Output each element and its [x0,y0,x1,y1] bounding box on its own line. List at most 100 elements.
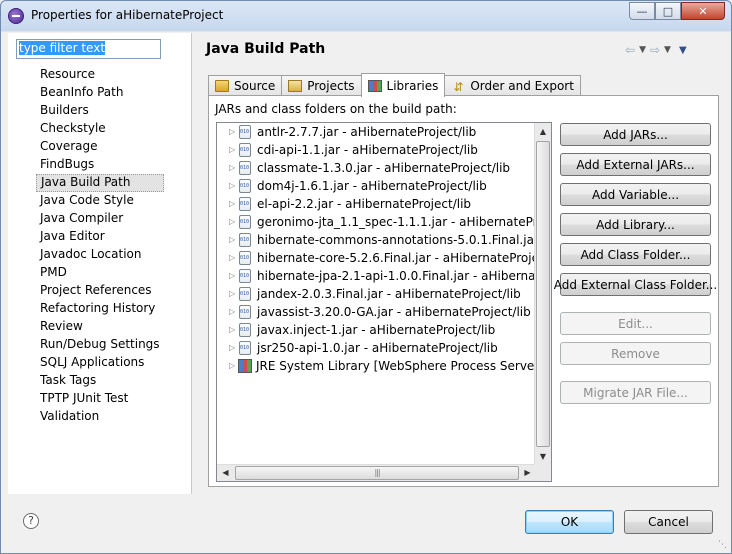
nav-item[interactable]: PMD [36,264,164,282]
jar-row[interactable]: ▷ jsr250-api-1.0.jar - aHibernateProject/… [217,339,537,357]
nav-item[interactable]: Validation [36,408,164,426]
row-label: JRE System Library [WebSphere Process Se… [256,359,537,373]
remove-button[interactable]: Remove [560,342,711,365]
row-label: el-api-2.2.jar - aHibernateProject/lib [257,197,472,211]
scroll-thumb[interactable] [536,141,550,447]
nav-item[interactable]: Task Tags [36,372,164,390]
chevron-down-icon[interactable]: ▼ [664,45,671,57]
add-external-class-folder-button[interactable]: Add External Class Folder... [554,273,717,296]
jar-row[interactable]: ▷ dom4j-1.6.1.jar - aHibernateProject/lib [217,177,537,195]
scroll-up-icon[interactable]: ▲ [535,123,551,140]
nav-item[interactable]: SQLJ Applications [36,354,164,372]
expand-icon[interactable]: ▷ [217,231,235,249]
library-list: ▷ antlr-2.7.7.jar - aHibernateProject/lib… [217,123,537,465]
tab-order-export[interactable]: ⇵ Order and Export [444,75,581,96]
add-variable-button[interactable]: Add Variable... [560,183,711,206]
expand-icon[interactable]: ▷ [217,357,235,375]
system-library-row[interactable]: ▷ JRE System Library [WebSphere Process S… [217,357,537,375]
jar-icon [239,323,251,337]
nav-item[interactable]: Java Editor [36,228,164,246]
scroll-left-icon[interactable]: ◀ [217,465,234,481]
jar-row[interactable]: ▷ cdi-api-1.1.jar - aHibernateProject/lib [217,141,537,159]
jar-icon [239,287,251,301]
expand-icon[interactable]: ▷ [217,267,235,285]
row-label: jandex-2.0.3.Final.jar - aHibernateProje… [257,287,521,301]
row-label: classmate-1.3.0.jar - aHibernateProject/… [257,161,511,175]
expand-icon[interactable]: ▷ [217,123,235,141]
jar-row[interactable]: ▷ hibernate-jpa-2.1-api-1.0.0.Final.jar -… [217,267,537,285]
nav-item[interactable]: Project References [36,282,164,300]
maximize-icon[interactable]: □ [655,2,681,20]
jar-icon [239,197,251,211]
nav-item[interactable]: FindBugs [36,156,164,174]
jar-row[interactable]: ▷ hibernate-commons-annotations-5.0.1.Fin… [217,231,537,249]
filter-input[interactable]: type filter text [16,39,161,59]
nav-item[interactable]: Refactoring History [36,300,164,318]
ok-button[interactable]: OK [525,510,614,534]
nav-item[interactable]: BeanInfo Path [36,84,164,102]
expand-icon[interactable]: ▷ [217,213,235,231]
tab-projects[interactable]: Projects [281,75,362,96]
add-class-folder-button[interactable]: Add Class Folder... [560,243,711,266]
migrate-jar-button[interactable]: Migrate JAR File... [560,381,711,404]
nav-item[interactable]: Coverage [36,138,164,156]
view-menu-icon[interactable]: ▼ [679,45,687,57]
title-bar: Properties for aHibernateProject — □ ✕ [1,1,731,31]
nav-item[interactable]: Resource [36,66,164,84]
nav-item[interactable]: TPTP JUnit Test [36,390,164,408]
expand-icon[interactable]: ▷ [217,339,235,357]
back-arrow-icon[interactable]: ⇦ [625,43,635,57]
scroll-corner [534,464,551,481]
jar-row[interactable]: ▷ geronimo-jta_1.1_spec-1.1.1.jar - aHibe… [217,213,537,231]
scroll-thumb-horizontal[interactable]: ||| [235,466,519,480]
expand-icon[interactable]: ▷ [217,285,235,303]
expand-icon[interactable]: ▷ [217,195,235,213]
jar-row[interactable]: ▷ antlr-2.7.7.jar - aHibernateProject/lib [217,123,537,141]
nav-item[interactable]: Java Compiler [36,210,164,228]
expand-icon[interactable]: ▷ [217,177,235,195]
expand-icon[interactable]: ▷ [217,141,235,159]
jar-icon [239,125,251,139]
add-external-jars-button[interactable]: Add External JARs... [560,153,711,176]
tab-source[interactable]: Source [208,75,283,96]
nav-item[interactable]: Run/Debug Settings [36,336,164,354]
edit-button[interactable]: Edit... [560,312,711,335]
add-jars-button[interactable]: Add JARs... [560,123,711,146]
jar-row[interactable]: ▷ el-api-2.2.jar - aHibernateProject/lib [217,195,537,213]
jar-row[interactable]: ▷ jandex-2.0.3.Final.jar - aHibernateProj… [217,285,537,303]
jar-row[interactable]: ▷ hibernate-core-5.2.6.Final.jar - aHiber… [217,249,537,267]
horizontal-scrollbar[interactable]: ◀ ||| ▶ [217,464,536,481]
jar-row[interactable]: ▷ javassist-3.20.0-GA.jar - aHibernatePro… [217,303,537,321]
tab-libraries[interactable]: Libraries [360,73,446,97]
nav-item[interactable]: Javadoc Location [36,246,164,264]
expand-icon[interactable]: ▷ [217,249,235,267]
jar-icon [239,269,251,283]
row-label: javassist-3.20.0-GA.jar - aHibernateProj… [257,305,531,319]
expand-icon[interactable]: ▷ [217,159,235,177]
close-icon[interactable]: ✕ [681,2,725,20]
minimize-icon[interactable]: — [629,2,655,20]
jar-row[interactable]: ▷ classmate-1.3.0.jar - aHibernateProject… [217,159,537,177]
page-title: Java Build Path [206,41,326,57]
library-tree[interactable]: ▷ antlr-2.7.7.jar - aHibernateProject/lib… [216,122,552,482]
scroll-down-icon[interactable]: ▼ [535,448,551,465]
nav-item[interactable]: Review [36,318,164,336]
row-label: hibernate-jpa-2.1-api-1.0.0.Final.jar - … [257,269,537,283]
window-title: Properties for aHibernateProject [31,8,224,22]
forward-arrow-icon[interactable]: ⇨ [650,43,660,57]
nav-item[interactable]: Java Code Style [36,192,164,210]
jar-row[interactable]: ▷ javax.inject-1.jar - aHibernateProject/… [217,321,537,339]
nav-item[interactable]: Builders [36,102,164,120]
expand-icon[interactable]: ▷ [217,321,235,339]
chevron-down-icon[interactable]: ▼ [639,45,646,57]
nav-item[interactable]: Checkstyle [36,120,164,138]
resize-grip-icon[interactable]: ⋱ [718,540,728,550]
nav-item[interactable]: Java Build Path [36,174,164,192]
add-library-button[interactable]: Add Library... [560,213,711,236]
expand-icon[interactable]: ▷ [217,303,235,321]
cancel-button[interactable]: Cancel [624,510,713,534]
row-label: antlr-2.7.7.jar - aHibernateProject/lib [257,125,477,139]
vertical-scrollbar[interactable]: ▲ ▼ [534,123,551,465]
help-icon[interactable]: ? [23,513,39,529]
row-label: geronimo-jta_1.1_spec-1.1.1.jar - aHiber… [257,215,537,229]
